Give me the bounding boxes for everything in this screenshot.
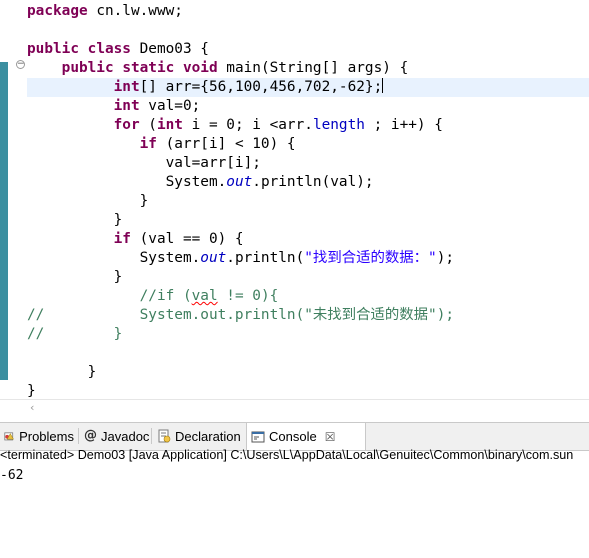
code-line[interactable]: System.out.println(val); [27, 173, 374, 192]
code-line[interactable]: int val=0; [27, 97, 201, 116]
code-line[interactable]: val=arr[i]; [27, 154, 261, 173]
code-token: (arr[i] < 10) { [156, 136, 296, 152]
scroll-left-icon[interactable]: ‹ [30, 401, 34, 414]
code-token: void [182, 60, 218, 76]
code-token: val [191, 288, 218, 304]
at-icon: @ [84, 428, 97, 443]
console-panel: Problems @ Javadoc Declaration Console ☒… [0, 415, 589, 558]
code-token: out [226, 174, 253, 190]
code-token: //if ( [139, 288, 192, 304]
code-token: } [27, 383, 36, 399]
code-token: int [156, 117, 183, 133]
close-icon[interactable]: ☒ [325, 430, 336, 444]
code-line[interactable]: } [27, 382, 36, 399]
problems-icon [4, 432, 14, 441]
code-line[interactable]: public static void main(String[] args) { [27, 59, 409, 78]
tab-console[interactable]: Console ☒ [246, 423, 366, 450]
code-token: if [139, 136, 157, 152]
code-token: } [27, 212, 123, 228]
code-token: // } [27, 326, 123, 342]
code-line[interactable]: if (val == 0) { [27, 230, 244, 249]
console-icon [251, 431, 265, 442]
code-token: int [113, 79, 140, 95]
code-token: // System.out.println("未找到合适的数据"); [27, 307, 455, 323]
code-token: System. [27, 250, 201, 266]
code-line[interactable]: // System.out.println("未找到合适的数据"); [27, 306, 454, 325]
code-token: if [113, 231, 131, 247]
code-line[interactable]: int[] arr={56,100,456,702,-62}; [27, 78, 384, 97]
code-line[interactable]: } [27, 268, 123, 287]
code-token: class [87, 41, 131, 57]
text-caret [382, 78, 384, 93]
tab-declaration[interactable]: Declaration [153, 423, 245, 449]
code-line[interactable]: for (int i = 0; i <arr.length ; i++) { [27, 116, 443, 135]
code-token: (val == 0) { [130, 231, 244, 247]
tab-label: Problems [19, 428, 74, 444]
tab-problems[interactable]: Problems [0, 423, 78, 449]
code-token: } [27, 269, 123, 285]
code-token: .println( [226, 250, 305, 266]
tab-divider [151, 428, 152, 444]
code-token: out [200, 250, 227, 266]
tab-label: Declaration [175, 428, 241, 444]
code-token: ); [436, 250, 455, 266]
code-token: != 0){ [217, 288, 279, 304]
code-token: val=arr[i]; [27, 155, 261, 171]
code-token: public [27, 41, 79, 57]
code-token: } [27, 364, 97, 380]
code-token: System. [27, 174, 227, 190]
tab-javadoc[interactable]: @ Javadoc [80, 423, 150, 449]
code-token: cn.lw.www; [87, 3, 183, 19]
code-line[interactable]: } [27, 192, 149, 211]
code-token: "找到合适的数据：" [304, 250, 437, 266]
code-line[interactable]: package cn.lw.www; [27, 2, 183, 21]
console-status: <terminated> Demo03 [Java Application] C… [0, 448, 574, 462]
code-token: main(String[] args) { [217, 60, 409, 76]
tab-label: Javadoc [101, 428, 150, 444]
code-line[interactable]: //if (val != 0){ [27, 287, 279, 306]
console-output: -62 [0, 468, 24, 483]
code-token: ( [139, 117, 157, 133]
code-token: package [27, 3, 88, 19]
code-line[interactable]: public class Demo03 { [27, 40, 209, 59]
code-line[interactable]: } [27, 211, 123, 230]
code-line[interactable]: } [27, 363, 97, 382]
tab-divider [78, 428, 79, 444]
declaration-icon [158, 429, 171, 443]
code-editor[interactable]: − package cn.lw.www; public class Demo03 … [0, 0, 589, 399]
code-token: int [113, 98, 140, 114]
code-token: for [113, 117, 140, 133]
code-token: static [122, 60, 175, 76]
code-token: ; i++) { [364, 117, 443, 133]
code-token: val=0; [139, 98, 201, 114]
code-token: } [27, 193, 149, 209]
code-line[interactable]: // } [27, 325, 122, 344]
code-token: length [312, 117, 365, 133]
tab-label: Console [269, 429, 317, 444]
code-line[interactable]: if (arr[i] < 10) { [27, 135, 296, 154]
code-token: Demo03 { [130, 41, 209, 57]
code-token: i = 0; i <arr. [182, 117, 313, 133]
code-token: .println(val); [252, 174, 374, 190]
code-token: public [61, 60, 114, 76]
horizontal-scrollbar[interactable]: ‹ [0, 399, 589, 416]
ruler-marker [0, 62, 8, 380]
collapse-icon[interactable]: − [16, 60, 25, 69]
code-token: [] arr={56,100,456,702,-62}; [139, 79, 383, 95]
code-line[interactable]: System.out.println("找到合适的数据："); [27, 249, 454, 268]
